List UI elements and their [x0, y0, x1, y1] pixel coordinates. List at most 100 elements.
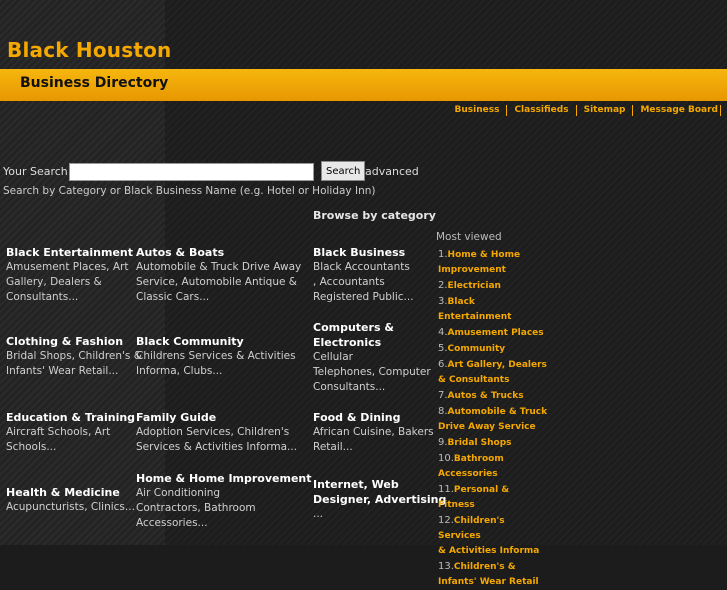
category-title[interactable]: Family Guide — [136, 410, 297, 425]
site-brand[interactable]: Black Houston — [7, 38, 171, 62]
category-sub: Contractors, Bathroom — [136, 502, 256, 514]
most-viewed-title: Most viewed — [436, 231, 502, 243]
most-viewed-item[interactable]: 8.Automobile & Truck Drive Away Service — [438, 404, 548, 435]
category-sub: Service, Automobile Antique & — [136, 276, 297, 288]
category-title[interactable]: Education & Training — [6, 410, 135, 425]
category-title[interactable]: Black Business — [313, 245, 414, 260]
nav-sitemap[interactable]: Sitemap — [577, 105, 634, 116]
category-home-improvement[interactable]: Home & Home Improvement Air Conditioning… — [136, 471, 312, 531]
category-title[interactable]: Computers & — [313, 320, 431, 335]
most-viewed-item[interactable]: 1.Home & Home Improvement — [438, 247, 548, 278]
category-sub: Registered Public... — [313, 291, 414, 303]
search-label: Your Search: — [3, 165, 72, 178]
category-computers-electronics[interactable]: Computers & Electronics Cellular Telepho… — [313, 320, 431, 395]
item-label[interactable]: Bathroom — [454, 454, 504, 464]
rank: 4. — [438, 327, 448, 338]
category-sub: Classic Cars... — [136, 291, 210, 303]
category-sub: African Cuisine, Bakers — [313, 426, 434, 438]
item-label[interactable]: Bridal Shops — [448, 438, 512, 448]
rank: 9. — [438, 437, 448, 448]
category-title[interactable]: Designer, Advertising — [313, 492, 446, 507]
rank: 2. — [438, 280, 448, 291]
category-sub: Services & Activities Informa... — [136, 441, 298, 453]
search-button[interactable]: Search — [321, 161, 366, 181]
rank: 13. — [438, 561, 454, 572]
category-black-business[interactable]: Black Business Black Accountants , Accou… — [313, 245, 414, 305]
category-black-entertainment[interactable]: Black Entertainment Amusement Places, Ar… — [6, 245, 133, 305]
nav-business[interactable]: Business — [448, 105, 508, 116]
most-viewed-item[interactable]: 9.Bridal Shops — [438, 435, 548, 451]
item-label[interactable]: Autos & Trucks — [448, 391, 524, 401]
category-title[interactable]: Electronics — [313, 335, 431, 350]
category-health-medicine[interactable]: Health & Medicine Acupuncturists, Clinic… — [6, 485, 135, 515]
category-internet-web[interactable]: Internet, Web Designer, Advertising ... — [313, 477, 446, 522]
item-label[interactable]: Art Gallery, Dealers — [448, 360, 547, 370]
rank: 1. — [438, 249, 448, 260]
item-label[interactable]: Automobile & Truck — [448, 407, 548, 417]
most-viewed-item[interactable]: 5.Community — [438, 341, 548, 357]
most-viewed-item[interactable]: 3.Black Entertainment — [438, 294, 548, 325]
category-title[interactable]: Health & Medicine — [6, 485, 135, 500]
category-clothing-fashion[interactable]: Clothing & Fashion Bridal Shops, Childre… — [6, 334, 142, 379]
item-label[interactable]: Home & Home — [448, 250, 521, 260]
most-viewed-item[interactable]: 13.Children's & Infants' Wear Retail — [438, 559, 548, 590]
search-input[interactable] — [69, 163, 314, 181]
advanced-search-link[interactable]: advanced — [365, 165, 419, 178]
category-sub: Bridal Shops, Children's & — [6, 350, 142, 362]
item-label[interactable]: Improvement — [438, 265, 506, 275]
page-subtitle: Business Directory — [20, 75, 169, 91]
item-label[interactable]: Black Entertainment — [438, 297, 511, 322]
category-sub: Consultants... — [6, 291, 79, 303]
category-autos-boats[interactable]: Autos & Boats Automobile & Truck Drive A… — [136, 245, 301, 305]
category-sub: Gallery, Dealers & — [6, 276, 102, 288]
rank: 12. — [438, 515, 454, 526]
category-sub: Informa, Clubs... — [136, 365, 223, 377]
most-viewed-list: 1.Home & Home Improvement 2.Electrician 3… — [438, 247, 548, 590]
most-viewed-item[interactable]: 2.Electrician — [438, 278, 548, 294]
category-sub: Amusement Places, Art — [6, 261, 129, 273]
category-black-community[interactable]: Black Community Childrens Services & Act… — [136, 334, 296, 379]
browse-title: Browse by category — [313, 209, 436, 222]
category-title[interactable]: Autos & Boats — [136, 245, 301, 260]
category-education-training[interactable]: Education & Training Aircraft Schools, A… — [6, 410, 135, 455]
category-title[interactable]: Black Entertainment — [6, 245, 133, 260]
category-family-guide[interactable]: Family Guide Adoption Services, Children… — [136, 410, 297, 455]
rank: 6. — [438, 359, 448, 370]
item-label[interactable]: Amusement Places — [448, 328, 544, 338]
item-label[interactable]: Community — [448, 344, 506, 354]
rank: 10. — [438, 453, 454, 464]
most-viewed-item[interactable]: 10.Bathroom Accessories — [438, 451, 548, 482]
item-label[interactable]: Children's & — [454, 562, 516, 572]
category-sub: Retail... — [313, 441, 353, 453]
category-title[interactable]: Internet, Web — [313, 477, 446, 492]
category-sub: Automobile & Truck Drive Away — [136, 261, 302, 273]
category-food-dining[interactable]: Food & Dining African Cuisine, Bakers Re… — [313, 410, 434, 455]
nav-message-board[interactable]: Message Board — [633, 105, 721, 116]
rank: 7. — [438, 390, 448, 401]
nav-classifieds[interactable]: Classifieds — [507, 105, 577, 116]
item-label[interactable]: Infants' Wear Retail — [438, 577, 539, 587]
most-viewed-item[interactable]: 12.Children's Services & Activities Infor… — [438, 513, 548, 559]
top-nav: Business Classifieds Sitemap Message Boa… — [448, 105, 721, 116]
category-sub: Black Accountants — [313, 261, 410, 273]
most-viewed-item[interactable]: 4.Amusement Places — [438, 325, 548, 341]
item-label[interactable]: & Consultants — [438, 375, 509, 385]
most-viewed-item[interactable]: 7.Autos & Trucks — [438, 388, 548, 404]
category-title[interactable]: Clothing & Fashion — [6, 334, 142, 349]
item-label[interactable]: & Activities Informa — [438, 546, 539, 556]
category-sub: Acupuncturists, Clinics... — [6, 501, 135, 513]
rank: 3. — [438, 296, 448, 307]
rank: 8. — [438, 406, 448, 417]
item-label[interactable]: Drive Away Service — [438, 422, 536, 432]
category-title[interactable]: Food & Dining — [313, 410, 434, 425]
item-label[interactable]: Electrician — [448, 281, 501, 291]
category-title[interactable]: Home & Home Improvement — [136, 471, 312, 486]
most-viewed-item[interactable]: 11.Personal & Fitness — [438, 482, 548, 513]
most-viewed-item[interactable]: 6.Art Gallery, Dealers & Consultants — [438, 357, 548, 388]
category-sub: Telephones, Computer — [313, 366, 431, 378]
category-sub: Childrens Services & Activities — [136, 350, 296, 362]
item-label[interactable]: Accessories — [438, 469, 498, 479]
category-title[interactable]: Black Community — [136, 334, 296, 349]
rank: 5. — [438, 343, 448, 354]
category-sub: , Accountants — [313, 276, 385, 288]
